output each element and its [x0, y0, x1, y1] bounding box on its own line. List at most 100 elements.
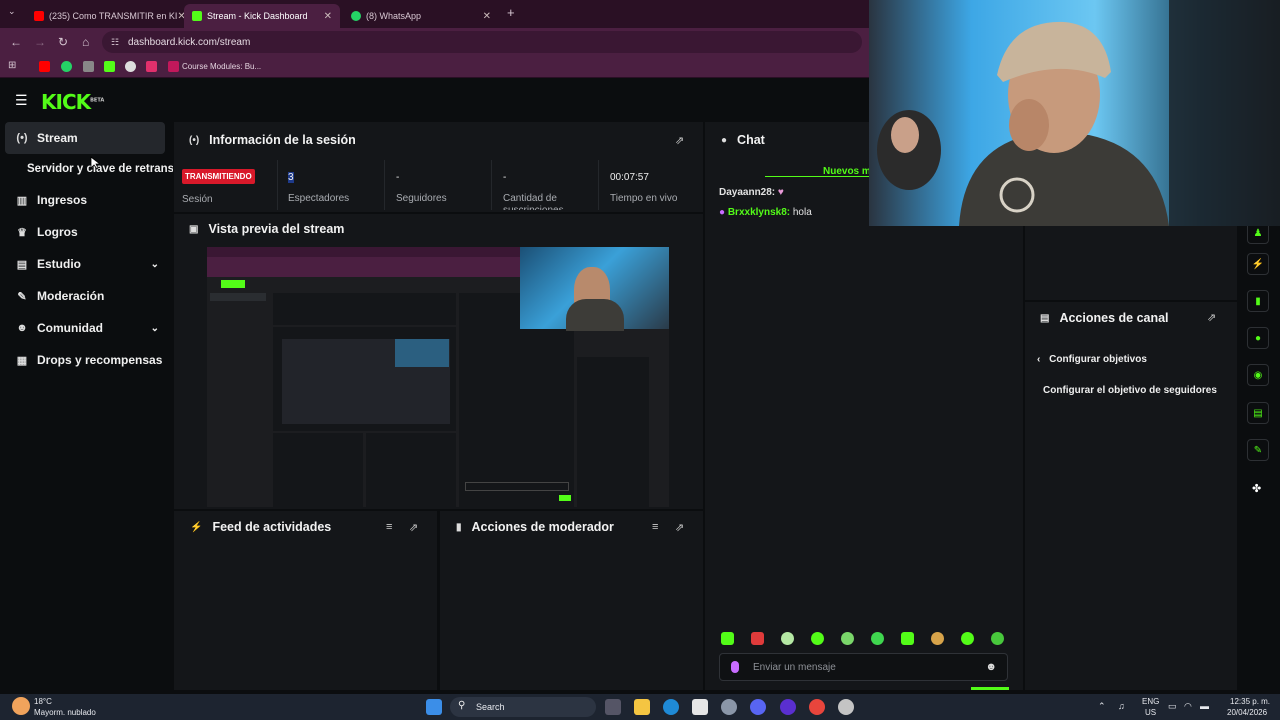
emote-icon[interactable]: [781, 632, 794, 645]
popout-icon[interactable]: ⇗: [675, 134, 684, 147]
settings-icon[interactable]: [721, 699, 737, 715]
broadcast-icon: (•): [16, 132, 28, 144]
broadcast-icon[interactable]: ◉: [1247, 364, 1269, 386]
quick-actions-bar: ♟ ⚡ ▮ ● ◉ ▤ ✎ ✤: [1237, 222, 1280, 690]
share-icon[interactable]: ✤: [1252, 482, 1261, 495]
emote-icon[interactable]: [991, 632, 1004, 645]
emote-icon[interactable]: [811, 632, 824, 645]
stat-label: Seguidores: [396, 193, 447, 204]
emote-icon[interactable]: [721, 632, 734, 645]
app-icon[interactable]: [780, 699, 796, 715]
windows-start-icon[interactable]: [426, 699, 442, 715]
store-icon[interactable]: [692, 699, 708, 715]
windows-taskbar: 18°C Mayorm. nublado ⚲ Search ⌃ ♫ ENG US…: [0, 694, 1280, 720]
back-configure-goals[interactable]: ‹ Configurar objetivos: [1037, 354, 1147, 365]
sidebar-item-moderacion[interactable]: ✎ Moderación: [5, 280, 165, 312]
panel-title: Chat: [737, 133, 765, 147]
microphone-icon[interactable]: ♫: [1118, 701, 1125, 711]
thumb-sidebar-active: [210, 293, 266, 301]
filter-icon[interactable]: ≡: [386, 521, 392, 533]
trash-icon: ▮: [456, 521, 462, 533]
browser-tab-kick[interactable]: Stream - Kick Dashboard ✕: [184, 4, 340, 28]
reload-icon[interactable]: ↻: [58, 35, 68, 49]
file-explorer-icon[interactable]: [634, 699, 650, 715]
taskbar-search[interactable]: ⚲ Search: [450, 697, 596, 717]
apps-icon[interactable]: ⊞: [8, 60, 16, 71]
close-icon[interactable]: ✕: [483, 11, 491, 22]
battery-icon[interactable]: ▬: [1200, 701, 1209, 711]
discord-icon[interactable]: [750, 699, 766, 715]
obs-icon[interactable]: [838, 699, 854, 715]
layout-icon: ▤: [16, 258, 28, 271]
new-messages-label[interactable]: Nuevos m: [823, 166, 871, 177]
chat-username[interactable]: Brxxklynsk8:: [728, 207, 790, 218]
youtube-bookmark-icon[interactable]: [39, 61, 50, 72]
weather-icon[interactable]: [12, 697, 30, 715]
emote-icon[interactable]: [901, 632, 914, 645]
wrench-icon[interactable]: ✎: [1247, 439, 1269, 461]
chrome-icon[interactable]: [809, 699, 825, 715]
emote-icon[interactable]: [871, 632, 884, 645]
browser-address-bar: ← → ↻ ⌂ ☷ dashboard.kick.com/stream: [0, 28, 870, 56]
chat-bubble-icon[interactable]: ●: [1247, 327, 1269, 349]
emote-icon[interactable]: [961, 632, 974, 645]
thumb-tabbar: [207, 247, 520, 257]
sidebar-item-server-key[interactable]: Servidor y clave de retransm: [5, 153, 173, 185]
server-icon[interactable]: ▤: [1247, 402, 1269, 424]
sidebar-item-logros[interactable]: ♛ Logros: [5, 216, 165, 248]
sidebar-item-ingresos[interactable]: ▥ Ingresos: [5, 184, 165, 216]
emote-icon[interactable]: [751, 632, 764, 645]
tab-list-icon[interactable]: ⌄: [8, 6, 16, 17]
task-view-icon[interactable]: [605, 699, 621, 715]
sidebar-item-stream[interactable]: (•) Stream: [5, 122, 165, 154]
emoji-icon[interactable]: ☻: [985, 661, 997, 673]
sidebar-item-estudio[interactable]: ▤ Estudio ⌄: [5, 248, 165, 280]
browser-tab-youtube[interactable]: (235) Como TRANSMITIR en KI ✕: [26, 4, 186, 28]
kick-logo[interactable]: KICKBETA: [41, 90, 104, 114]
popout-icon[interactable]: ⇗: [1207, 311, 1216, 324]
emote-icon[interactable]: [931, 632, 944, 645]
whatsapp-bookmark-icon[interactable]: [61, 61, 72, 72]
close-icon[interactable]: ✕: [324, 11, 332, 22]
bookmark-icon[interactable]: [83, 61, 94, 72]
weather-desc: Mayorm. nublado: [34, 708, 96, 717]
forward-icon[interactable]: →: [34, 35, 46, 49]
sidebar-item-drops[interactable]: ▦ Drops y recompensas: [5, 344, 165, 376]
wrench-icon: ✎: [17, 290, 27, 303]
menu-icon[interactable]: ☰: [15, 92, 28, 109]
back-icon[interactable]: ←: [10, 35, 22, 49]
trash-icon[interactable]: ▮: [1247, 290, 1269, 312]
chevron-up-icon[interactable]: ⌃: [1098, 701, 1106, 712]
instagram-bookmark-icon[interactable]: [146, 61, 157, 72]
send-button[interactable]: [971, 687, 1009, 690]
stat-label: Espectadores: [288, 193, 350, 204]
chrome-bookmark-icon[interactable]: [125, 61, 136, 72]
display-icon[interactable]: ▭: [1168, 701, 1177, 712]
wifi-icon[interactable]: ◠: [1184, 701, 1192, 712]
bolt-icon[interactable]: ⚡: [1247, 253, 1269, 275]
chat-input[interactable]: Enviar un mensaje ☻: [719, 653, 1008, 681]
filter-icon[interactable]: ≡: [652, 521, 658, 533]
chat-username[interactable]: Dayaann28:: [719, 187, 775, 198]
home-icon[interactable]: ⌂: [82, 35, 89, 49]
chat-bubble-icon: ●: [721, 134, 728, 146]
edge-icon[interactable]: [663, 699, 679, 715]
stream-preview-video[interactable]: [207, 247, 669, 507]
language-label[interactable]: ENG: [1142, 697, 1159, 706]
popout-icon[interactable]: ⇗: [409, 521, 418, 534]
microphone-icon[interactable]: [731, 661, 739, 673]
follower-goal-item[interactable]: Configurar el objetivo de seguidores: [1043, 385, 1217, 396]
emote-icon[interactable]: [841, 632, 854, 645]
new-tab-button[interactable]: +: [507, 5, 515, 20]
course-bookmark-icon[interactable]: [168, 61, 179, 72]
url-input[interactable]: ☷ dashboard.kick.com/stream: [102, 31, 862, 53]
sidebar-item-comunidad[interactable]: ☻ Comunidad ⌄: [5, 312, 165, 344]
popout-icon[interactable]: ⇗: [675, 521, 684, 534]
site-info-icon[interactable]: ☷: [111, 37, 119, 48]
clock-time[interactable]: 12:35 p. m.: [1230, 697, 1270, 706]
bookmark-course-modules[interactable]: Course Modules: Bu...: [182, 62, 261, 71]
browser-tab-whatsapp[interactable]: (8) WhatsApp ✕: [343, 4, 499, 28]
stat-label: Cantidad de suscripciones: [503, 193, 564, 210]
broadcast-icon: (•): [189, 134, 200, 146]
kick-bookmark-icon[interactable]: [104, 61, 115, 72]
